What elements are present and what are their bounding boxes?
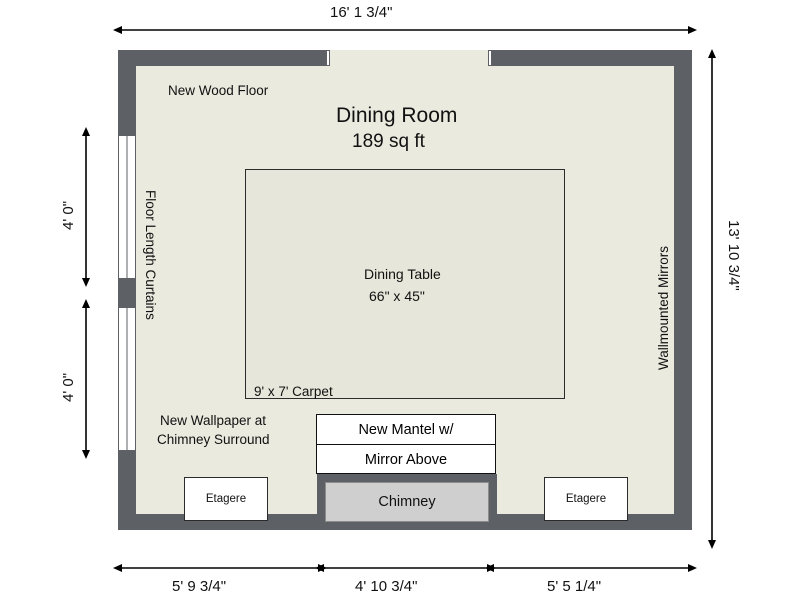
dimension-left-lower: 4' 0" — [60, 372, 77, 402]
window-lower-left — [118, 308, 136, 450]
annotation-wallpaper-line2: Chimney Surround — [157, 432, 270, 447]
dimension-right-overall: 13' 10 3/4" — [725, 220, 742, 291]
dimension-bottom-center: 4' 10 3/4" — [355, 578, 418, 595]
dimension-bottom-right: 5' 5 1/4" — [547, 578, 602, 595]
door-jamb-right — [488, 50, 492, 66]
etagere-left: Etagere — [184, 477, 268, 521]
carpet-area — [245, 169, 565, 399]
etagere-right: Etagere — [544, 477, 628, 521]
carpet-label: 9' x 7' Carpet — [254, 384, 333, 399]
mantel-box: New Mantel w/ Mirror Above — [316, 414, 496, 474]
annotation-floor-length-curtains: Floor Length Curtains — [143, 190, 158, 320]
annotation-wallpaper-line1: New Wallpaper at — [160, 413, 267, 428]
room-title: Dining Room — [336, 104, 458, 127]
dimension-left-upper: 4' 0" — [60, 200, 77, 230]
dimension-bottom-left: 5' 9 3/4" — [172, 578, 227, 595]
dining-table-label-line2: 66" x 45" — [369, 288, 425, 304]
door-jamb-left — [326, 50, 330, 66]
chimney-label: Chimney — [325, 482, 489, 522]
room-area: 189 sq ft — [352, 131, 425, 152]
dining-table-label-line1: Dining Table — [364, 266, 441, 282]
annotation-wallmounted-mirrors: Wallmounted Mirrors — [656, 245, 671, 370]
annotation-new-wood-floor: New Wood Floor — [168, 83, 269, 98]
window-upper-left — [118, 136, 136, 278]
door-opening — [326, 50, 492, 66]
mantel-label-line1: New Mantel w/ — [317, 415, 495, 445]
mantel-label-line2: Mirror Above — [364, 451, 448, 468]
floor-plan-canvas: 16' 1 3/4" 13' 10 3/4" 4' 0" 4' 0" 5' 9 … — [0, 0, 800, 600]
